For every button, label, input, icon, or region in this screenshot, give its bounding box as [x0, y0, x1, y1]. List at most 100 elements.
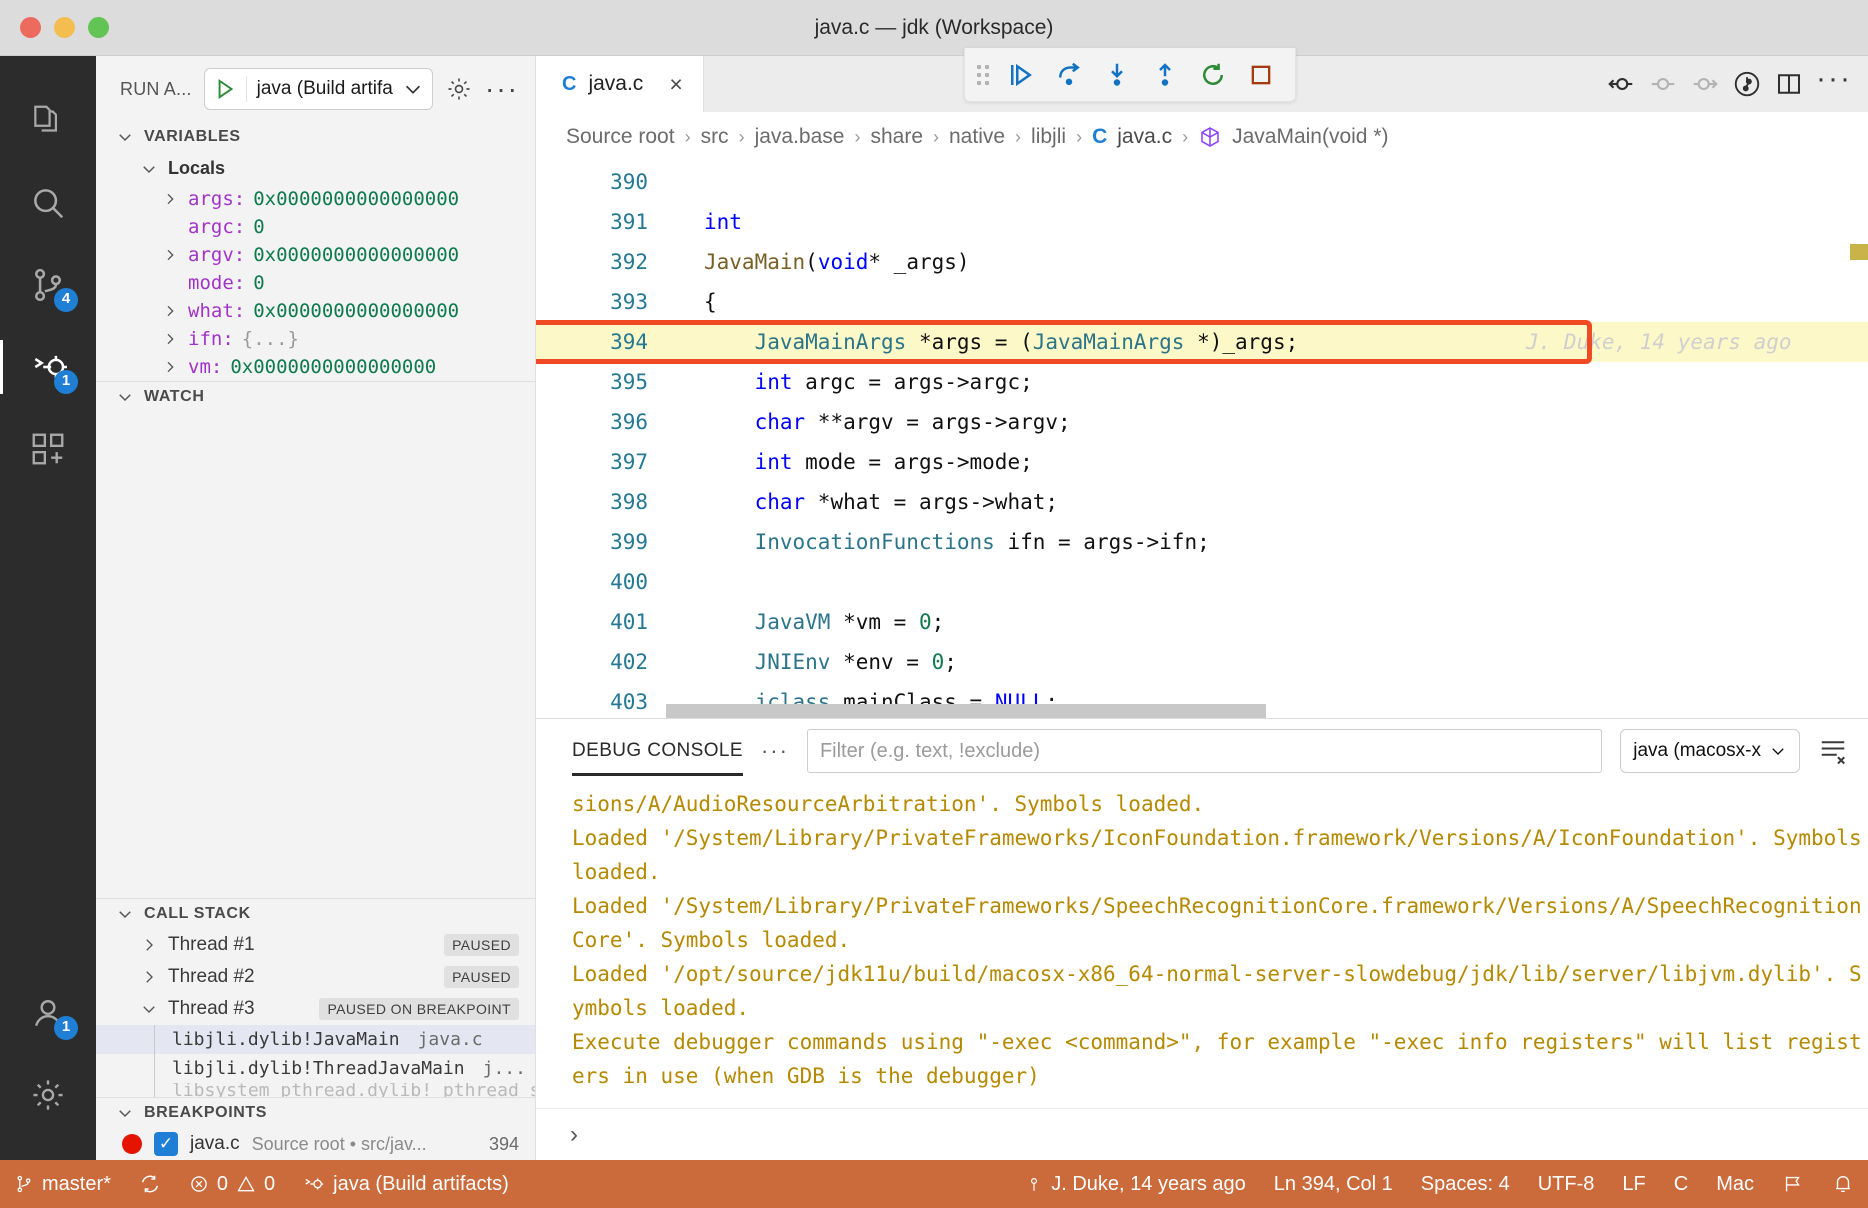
status-encoding[interactable]: UTF-8: [1524, 1173, 1609, 1196]
variables-header[interactable]: VARIABLES: [96, 122, 535, 152]
status-cursor-position[interactable]: Ln 394, Col 1: [1260, 1173, 1407, 1196]
chevron-down-icon: [116, 905, 134, 923]
more-actions-button[interactable]: ···: [1816, 62, 1852, 106]
activity-accounts[interactable]: 1: [0, 972, 96, 1054]
chevron-right-icon[interactable]: [162, 359, 180, 375]
thread-row[interactable]: Thread #1 PAUSED: [96, 929, 535, 961]
reverse-continue-button[interactable]: [1648, 69, 1678, 99]
variable-row[interactable]: ifn: {...}: [96, 325, 535, 353]
thread-row[interactable]: Thread #2 PAUSED: [96, 961, 535, 993]
activity-source-control[interactable]: 4: [0, 244, 96, 326]
launch-config-select[interactable]: java (Build artifa: [203, 68, 434, 110]
sidebar-more-actions-button[interactable]: ···: [485, 73, 519, 105]
code-token: {: [704, 290, 717, 314]
drag-handle-icon[interactable]: [977, 64, 989, 85]
tab-debug-console[interactable]: DEBUG CONSOLE: [572, 734, 743, 776]
chevron-right-icon[interactable]: [162, 191, 180, 207]
restart-button[interactable]: [1191, 53, 1235, 97]
console-filter-input[interactable]: [806, 729, 1603, 773]
breakpoints-header[interactable]: BREAKPOINTS: [96, 1098, 535, 1128]
chevron-right-icon[interactable]: [140, 936, 158, 954]
activity-search[interactable]: [0, 162, 96, 244]
status-indentation[interactable]: Spaces: 4: [1407, 1173, 1524, 1196]
tab-java-c[interactable]: C java.c ×: [536, 56, 704, 112]
code-token: char: [754, 490, 806, 514]
thread-row[interactable]: Thread #3 PAUSED ON BREAKPOINT: [96, 993, 535, 1025]
step-over-button[interactable]: [1047, 53, 1091, 97]
timeline-button[interactable]: [1732, 69, 1762, 99]
breadcrumb-item-symbol[interactable]: JavaMain(void *): [1232, 125, 1388, 149]
variable-name: argv:: [188, 244, 246, 266]
breadcrumb-item-java-c[interactable]: java.c: [1117, 125, 1172, 149]
clear-console-button[interactable]: [1818, 736, 1848, 766]
variable-row[interactable]: argv: 0x0000000000000000: [96, 241, 535, 269]
search-icon: [29, 184, 67, 222]
status-platform[interactable]: Mac: [1702, 1173, 1768, 1196]
forward-button[interactable]: [1690, 69, 1720, 99]
breakpoint-checkbox[interactable]: ✓: [154, 1132, 178, 1156]
chevron-right-icon[interactable]: [162, 303, 180, 319]
variable-row[interactable]: what: 0x0000000000000000: [96, 297, 535, 325]
chevron-right-icon: ›: [1182, 126, 1189, 147]
stack-frame-row[interactable]: libsystem_pthread.dylib!_pthread_s: [96, 1083, 535, 1097]
continue-button[interactable]: [999, 53, 1043, 97]
stop-button[interactable]: [1239, 53, 1283, 97]
status-notifications[interactable]: [1818, 1173, 1868, 1195]
code-editor[interactable]: 390 391 int 392 JavaMain(void* _args) 39…: [536, 162, 1868, 718]
status-problems[interactable]: 0 0: [175, 1173, 289, 1196]
status-blame[interactable]: J. Duke, 14 years ago: [1011, 1173, 1260, 1196]
activity-run-and-debug[interactable]: 1: [0, 326, 96, 408]
panel-more-actions-button[interactable]: ···: [761, 738, 789, 764]
callstack-header[interactable]: CALL STACK: [96, 899, 535, 929]
variable-row[interactable]: vm: 0x0000000000000000: [96, 353, 535, 381]
line-number: 394: [610, 330, 648, 354]
step-back-button[interactable]: [1606, 69, 1636, 99]
watch-header[interactable]: WATCH: [96, 382, 535, 412]
stack-frame-row[interactable]: libjli.dylib!JavaMain java.c: [96, 1025, 535, 1054]
line-number: 393: [610, 290, 648, 314]
split-editor-button[interactable]: [1774, 69, 1804, 99]
variable-row[interactable]: argc: 0: [96, 213, 535, 241]
chevron-right-icon: ›: [854, 126, 861, 147]
chevron-down-icon[interactable]: [140, 1000, 158, 1018]
code-token: argc = args->argc;: [792, 370, 1033, 394]
breadcrumb-item-libjli[interactable]: libjli: [1031, 125, 1066, 149]
status-branch[interactable]: master*: [0, 1173, 125, 1196]
status-language-mode[interactable]: C: [1660, 1173, 1702, 1196]
chevron-right-icon[interactable]: [162, 247, 180, 263]
chevron-right-icon[interactable]: [162, 331, 180, 347]
status-feedback[interactable]: [1768, 1173, 1818, 1195]
start-debugging-button[interactable]: [205, 76, 247, 102]
status-debug-session[interactable]: java (Build artifacts): [289, 1173, 523, 1196]
breadcrumb-item-native[interactable]: native: [949, 125, 1005, 149]
debug-session-select[interactable]: java (macosx-x: [1620, 729, 1800, 773]
breadcrumb-item-java-base[interactable]: java.base: [755, 125, 845, 149]
variable-row[interactable]: mode: 0: [96, 269, 535, 297]
scope-locals[interactable]: Locals: [96, 152, 535, 185]
thread-state-badge: PAUSED: [444, 934, 519, 956]
chevron-down-icon: [140, 160, 158, 178]
breadcrumb-item-share[interactable]: share: [870, 125, 923, 149]
variable-row[interactable]: args: 0x0000000000000000: [96, 185, 535, 213]
close-icon[interactable]: ×: [669, 71, 682, 98]
activity-explorer[interactable]: [0, 80, 96, 162]
status-sync[interactable]: [125, 1173, 175, 1195]
horizontal-scrollbar[interactable]: [666, 704, 1266, 718]
prompt-icon: ›: [570, 1120, 578, 1148]
step-into-button[interactable]: [1095, 53, 1139, 97]
stack-frame-row[interactable]: libjli.dylib!ThreadJavaMain j...: [96, 1054, 535, 1083]
step-out-button[interactable]: [1143, 53, 1187, 97]
activity-extensions[interactable]: [0, 408, 96, 490]
chevron-right-icon[interactable]: [140, 968, 158, 986]
debug-console-input[interactable]: ›: [536, 1108, 1868, 1160]
activity-settings[interactable]: [0, 1054, 96, 1136]
code-token: 0: [918, 610, 932, 634]
breakpoint-row[interactable]: ✓ java.c Source root • src/jav... 394: [96, 1128, 535, 1160]
open-launch-json-button[interactable]: [445, 75, 473, 103]
breadcrumb-item-src[interactable]: src: [701, 125, 729, 149]
chevron-down-icon[interactable]: [394, 78, 432, 100]
status-eol[interactable]: LF: [1608, 1173, 1659, 1196]
breadcrumb-item-source-root[interactable]: Source root: [566, 125, 675, 149]
